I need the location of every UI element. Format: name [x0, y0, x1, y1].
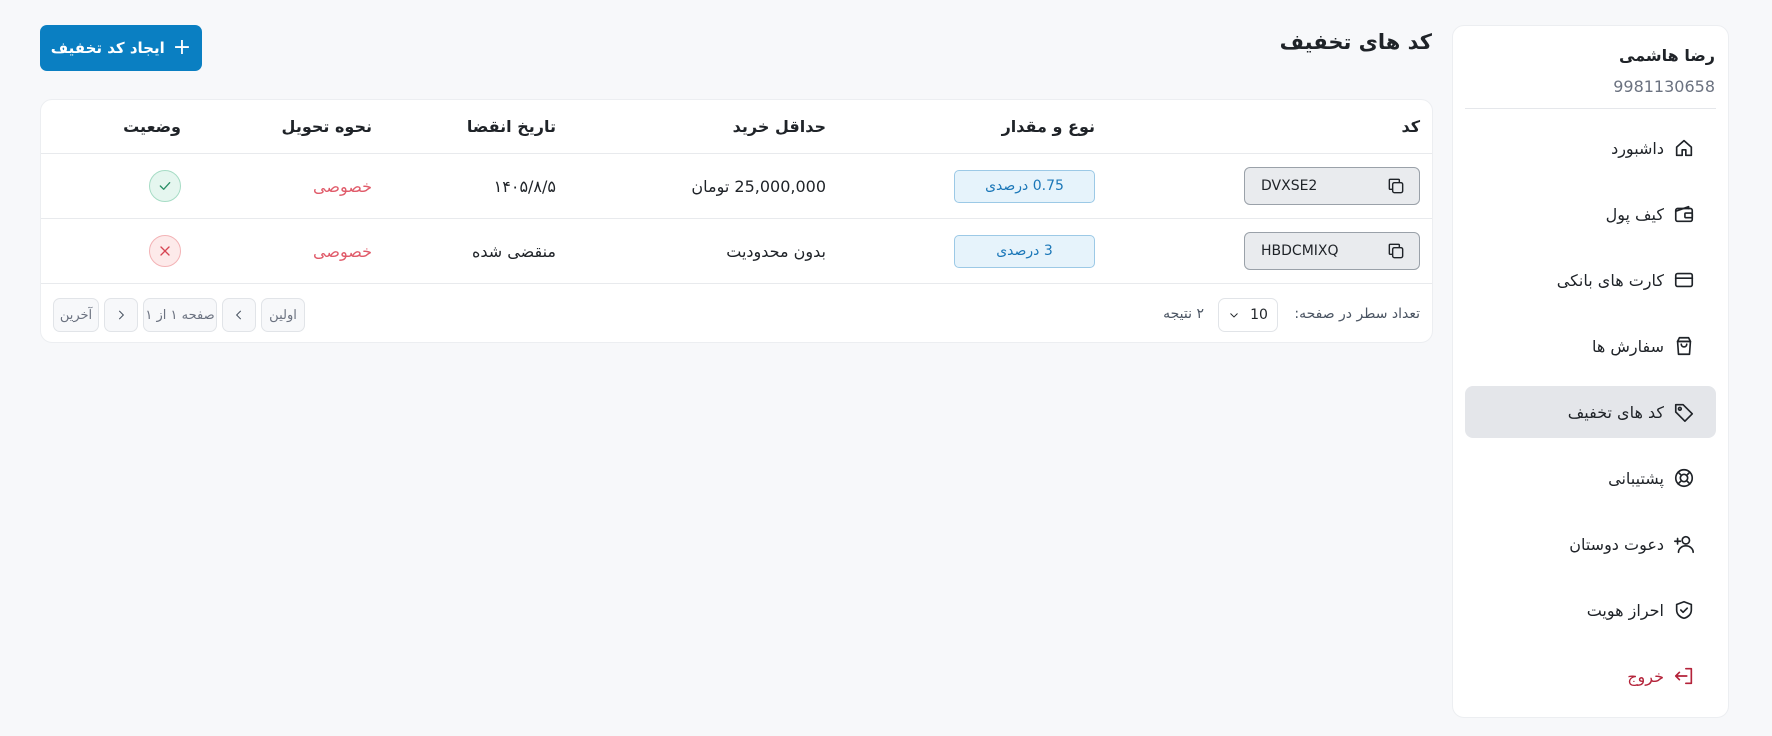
- chevron-down-icon: [1230, 313, 1238, 318]
- code-box: HBDCMIXQ: [1244, 232, 1420, 270]
- plus-icon: +: [172, 35, 192, 60]
- expiry-cell: منقضی شده: [472, 241, 556, 261]
- sidebar-item-label: کارت های بانکی: [1556, 270, 1664, 290]
- check-icon: [159, 182, 171, 190]
- shield-check-icon: [1672, 598, 1696, 622]
- sidebar-divider: [1465, 108, 1716, 109]
- sidebar-item-label: خروج: [1627, 666, 1664, 686]
- close-icon: [160, 246, 170, 256]
- discount-table-card: کد نوع و مقدار حداقل خرید تاریخ انقضا نح…: [40, 99, 1433, 343]
- copy-icon[interactable]: [1385, 175, 1407, 197]
- status-cell: [149, 154, 181, 218]
- credit-card-icon: [1672, 268, 1696, 292]
- user-plus-icon: [1672, 532, 1696, 556]
- results-count: ۲ نتیجه: [1163, 306, 1204, 322]
- sidebar-item-support[interactable]: پشتیبانی: [1465, 452, 1716, 504]
- user-phone: 9981130658: [1613, 77, 1715, 96]
- type-badge: 3 درصدی: [954, 234, 1095, 268]
- sidebar-item-label: کد های تخفیف: [1567, 402, 1664, 422]
- expiry-cell: ۱۴۰۵/۸/۵: [493, 176, 556, 196]
- copy-icon[interactable]: [1385, 240, 1407, 262]
- chevron-left-icon: [235, 310, 242, 320]
- chevron-right-icon: [118, 310, 125, 320]
- delivery-cell: خصوصی: [313, 241, 372, 261]
- column-header-code: کد: [1401, 117, 1420, 136]
- first-page-button[interactable]: اولین: [261, 298, 305, 332]
- sidebar: رضا هاشمی 9981130658 داشبورد کیف پول کار…: [1452, 25, 1729, 718]
- rows-per-page-value: 10: [1250, 307, 1268, 323]
- delivery-cell: خصوصی: [313, 176, 372, 196]
- rows-per-page-label: تعداد سطر در صفحه:: [1294, 306, 1420, 322]
- column-header-delivery: نحوه تحویل: [281, 117, 372, 136]
- sidebar-item-label: داشبورد: [1611, 138, 1664, 158]
- create-discount-label: ایجاد کد تخفیف: [50, 39, 165, 57]
- discount-code: DVXSE2: [1261, 178, 1318, 194]
- logout-icon: [1672, 664, 1696, 688]
- sidebar-item-label: سفارش ها: [1591, 336, 1664, 356]
- sidebar-nav: داشبورد کیف پول کارت های بانکی سفارش ها …: [1465, 122, 1716, 702]
- type-badge: 0.75 درصدی: [954, 169, 1095, 203]
- sidebar-item-discount-codes[interactable]: کد های تخفیف: [1465, 386, 1716, 438]
- discount-code: HBDCMIXQ: [1261, 243, 1339, 259]
- min-purchase-cell: 25,000,000 تومان: [691, 176, 826, 196]
- code-cell: HBDCMIXQ: [1244, 219, 1420, 283]
- sidebar-item-label: پشتیبانی: [1608, 468, 1664, 488]
- sidebar-item-logout[interactable]: خروج: [1465, 650, 1716, 702]
- code-cell: DVXSE2: [1244, 154, 1420, 218]
- column-header-status: وضعیت: [123, 117, 181, 136]
- column-header-type: نوع و مقدار: [1001, 117, 1095, 136]
- status-expired-badge: [149, 235, 181, 267]
- table-row: DVXSE2 0.75 درصدی 25,000,000 تومان ۱۴۰۵/…: [41, 154, 1432, 219]
- status-active-badge: [149, 170, 181, 202]
- pagination: آخرین صفحه ۱ از ۱ اولین: [53, 298, 305, 332]
- create-discount-button[interactable]: + ایجاد کد تخفیف: [40, 25, 202, 71]
- min-purchase-cell: بدون محدودیت: [726, 241, 826, 261]
- last-page-button[interactable]: آخرین: [53, 298, 99, 332]
- shopping-bag-icon: [1672, 334, 1696, 358]
- sidebar-item-wallet[interactable]: کیف پول: [1465, 188, 1716, 240]
- rows-per-page-select[interactable]: 10: [1218, 298, 1278, 332]
- status-cell: [149, 219, 181, 283]
- user-name: رضا هاشمی: [1619, 46, 1715, 65]
- tag-icon: [1672, 400, 1696, 424]
- sidebar-item-orders[interactable]: سفارش ها: [1465, 320, 1716, 372]
- page-title: کد های تخفیف: [1279, 30, 1432, 54]
- next-page-button[interactable]: [104, 298, 138, 332]
- previous-page-button[interactable]: [222, 298, 256, 332]
- page-info: صفحه ۱ از ۱: [143, 298, 217, 332]
- lifebuoy-icon: [1672, 466, 1696, 490]
- type-cell: 0.75 درصدی: [954, 154, 1095, 218]
- sidebar-item-label: دعوت دوستان: [1569, 534, 1664, 554]
- home-icon: [1672, 136, 1696, 160]
- column-header-min-purchase: حداقل خرید: [732, 117, 826, 136]
- code-box: DVXSE2: [1244, 167, 1420, 205]
- table-row: HBDCMIXQ 3 درصدی بدون محدودیت منقضی شده …: [41, 219, 1432, 284]
- sidebar-item-label: احراز هویت: [1586, 600, 1664, 620]
- table-header: کد نوع و مقدار حداقل خرید تاریخ انقضا نح…: [41, 100, 1432, 154]
- sidebar-item-label: کیف پول: [1605, 204, 1664, 224]
- sidebar-item-dashboard[interactable]: داشبورد: [1465, 122, 1716, 174]
- column-header-expiry: تاریخ انقضا: [466, 117, 556, 136]
- type-cell: 3 درصدی: [954, 219, 1095, 283]
- table-footer: تعداد سطر در صفحه: 10 ۲ نتیجه آخرین صفحه…: [41, 284, 1432, 342]
- sidebar-item-invite-friends[interactable]: دعوت دوستان: [1465, 518, 1716, 570]
- sidebar-item-bank-cards[interactable]: کارت های بانکی: [1465, 254, 1716, 306]
- sidebar-item-identity-verification[interactable]: احراز هویت: [1465, 584, 1716, 636]
- wallet-icon: [1672, 202, 1696, 226]
